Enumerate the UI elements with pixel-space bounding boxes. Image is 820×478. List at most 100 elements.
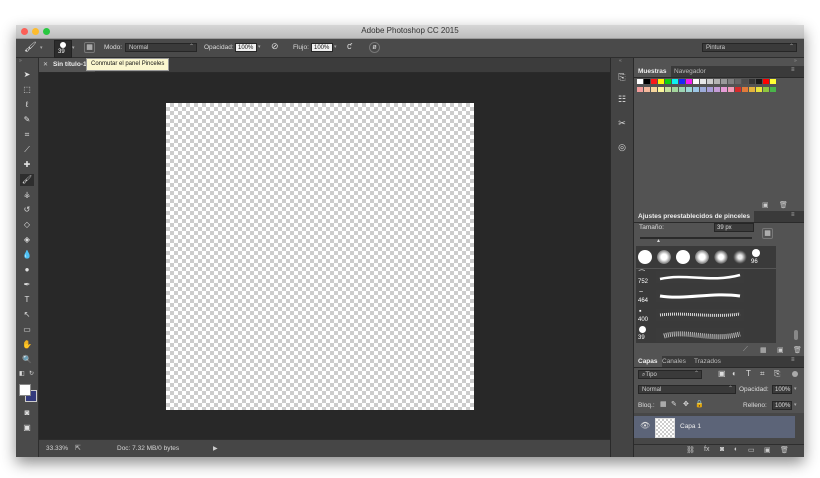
opacity-input[interactable]: 100% [235,43,257,52]
color-swatch[interactable] [658,87,664,92]
add-mask-icon[interactable]: ◙ [720,446,724,453]
new-swatch-icon[interactable]: ▣ [762,201,769,209]
chevron-down-icon[interactable]: ▾ [794,386,797,392]
canvas-workspace[interactable] [39,73,610,439]
chevron-down-icon[interactable]: ▾ [72,45,75,51]
color-swatch[interactable] [665,87,671,92]
trash-icon[interactable]: 🗑 [779,201,788,209]
tab-navigator[interactable]: Navegador [670,66,710,77]
brush-preset[interactable] [695,250,709,264]
lock-all-icon[interactable]: 🔒 [695,400,704,408]
brush-preset[interactable] [733,250,747,264]
color-swatch[interactable] [721,87,727,92]
adjustment-filter-icon[interactable]: ◐ [732,369,737,378]
color-swatch[interactable] [728,87,734,92]
hand-tool-icon[interactable]: ✋ [20,339,34,351]
color-swatch[interactable] [763,79,769,84]
lock-pixels-icon[interactable]: ✎ [671,400,677,408]
airbrush-icon[interactable]: ƈ [347,41,352,51]
pen-tool-icon[interactable]: ✒ [20,279,34,291]
color-swatch[interactable] [686,87,692,92]
tab-brush-presets[interactable]: Ajustes preestablecidos de pinceles [634,211,754,222]
chevron-down-icon[interactable]: ▾ [334,44,337,50]
paint-bucket-tool-icon[interactable]: ◈ [20,234,34,246]
brush-stroke-preview[interactable] [656,271,744,283]
new-group-icon[interactable]: ▭ [748,446,755,454]
adjustment-layer-icon[interactable]: ◐ [734,446,738,453]
mode-select[interactable]: Normal [125,43,197,52]
default-colors-icon[interactable]: ◧ [19,370,25,377]
clone-source-icon[interactable]: ◎ [615,140,629,154]
color-swatch[interactable] [658,79,664,84]
brush-stroke-preview[interactable] [656,328,744,342]
tab-channels[interactable]: Canales [658,356,690,367]
brush-tool-icon[interactable]: ⟋ [743,346,748,354]
brush-tool-preset-icon[interactable]: 🖌 [24,42,37,53]
color-swatch[interactable] [637,79,643,84]
brush-preset[interactable] [714,250,728,264]
brush-tool-icon[interactable]: 🖌 [20,174,34,186]
color-swatch[interactable] [707,87,713,92]
toggle-brush-panel-icon[interactable]: ▦ [84,42,95,53]
new-layer-icon[interactable]: ▣ [764,446,771,454]
filter-toggle[interactable] [792,371,798,377]
color-swatch[interactable] [651,79,657,84]
brush-panel-toggle-icon[interactable]: ▦ [762,228,773,239]
color-swatch[interactable] [721,79,727,84]
color-swatch[interactable] [679,87,685,92]
eraser-tool-icon[interactable]: ◇ [20,219,34,231]
trash-icon[interactable]: 🗑 [780,446,789,454]
expand-icon[interactable]: » [794,58,797,64]
brush-preset[interactable] [638,250,652,264]
color-swatch[interactable] [637,87,643,92]
color-swatch[interactable] [749,87,755,92]
pressure-opacity-icon[interactable]: ⊘ [271,41,279,52]
rectangle-tool-icon[interactable]: ▭ [20,324,34,336]
foreground-color-swatch[interactable] [19,384,31,396]
type-tool-icon[interactable]: T [20,294,34,306]
color-swatch[interactable] [644,87,650,92]
zoom-level[interactable]: 33.33% [46,445,68,452]
collapse-icon[interactable]: » [19,58,22,64]
color-swatch[interactable] [651,87,657,92]
fill-input[interactable]: 100% [772,401,792,410]
color-swatch[interactable] [693,79,699,84]
color-swatch[interactable] [693,87,699,92]
panel-menu-icon[interactable]: ≡ [791,357,795,363]
history-panel-icon[interactable]: ⎘ [615,70,629,84]
blur-tool-icon[interactable]: 💧 [20,249,34,261]
brush-picker[interactable]: 39 [54,40,72,58]
flow-input[interactable]: 100% [311,43,333,52]
color-swatch[interactable] [770,87,776,92]
brush-preset[interactable] [657,250,671,264]
chevron-down-icon[interactable]: ▾ [794,402,797,408]
trash-icon[interactable]: 🗑 [793,346,802,354]
pressure-size-icon[interactable]: ø [369,42,380,53]
healing-brush-tool-icon[interactable]: ✚ [20,159,34,171]
brush-preset[interactable] [752,249,760,257]
panel-menu-icon[interactable]: ≡ [791,67,795,73]
close-tab-icon[interactable]: ✕ [43,58,48,72]
color-swatch[interactable] [686,79,692,84]
workspace-select[interactable]: Pintura [702,43,797,52]
layer-row[interactable]: 👁 Capa 1 [634,416,795,438]
transparent-canvas[interactable] [166,103,474,410]
grid-icon[interactable]: ▦ [760,346,767,354]
color-swatch[interactable] [728,79,734,84]
eye-icon[interactable]: 👁 [640,421,650,430]
color-swatch[interactable] [763,87,769,92]
eyedropper-tool-icon[interactable]: ⟋ [20,144,34,156]
path-selection-tool-icon[interactable]: ↖ [20,309,34,321]
color-swatch[interactable] [735,87,741,92]
link-layers-icon[interactable]: ⛓ [686,446,695,454]
lock-transparency-icon[interactable]: ▦ [660,400,667,408]
color-swatch[interactable] [742,87,748,92]
tools-panel-icon[interactable]: ✂ [615,116,629,130]
brush-list-scrollbar[interactable] [794,330,798,340]
zoom-tool-icon[interactable]: 🔍 [20,354,34,366]
color-swatch[interactable] [672,79,678,84]
color-swatch[interactable] [714,87,720,92]
brush-preset[interactable] [676,250,690,264]
move-tool-icon[interactable]: ➤ [20,69,34,81]
color-swatch[interactable] [707,79,713,84]
